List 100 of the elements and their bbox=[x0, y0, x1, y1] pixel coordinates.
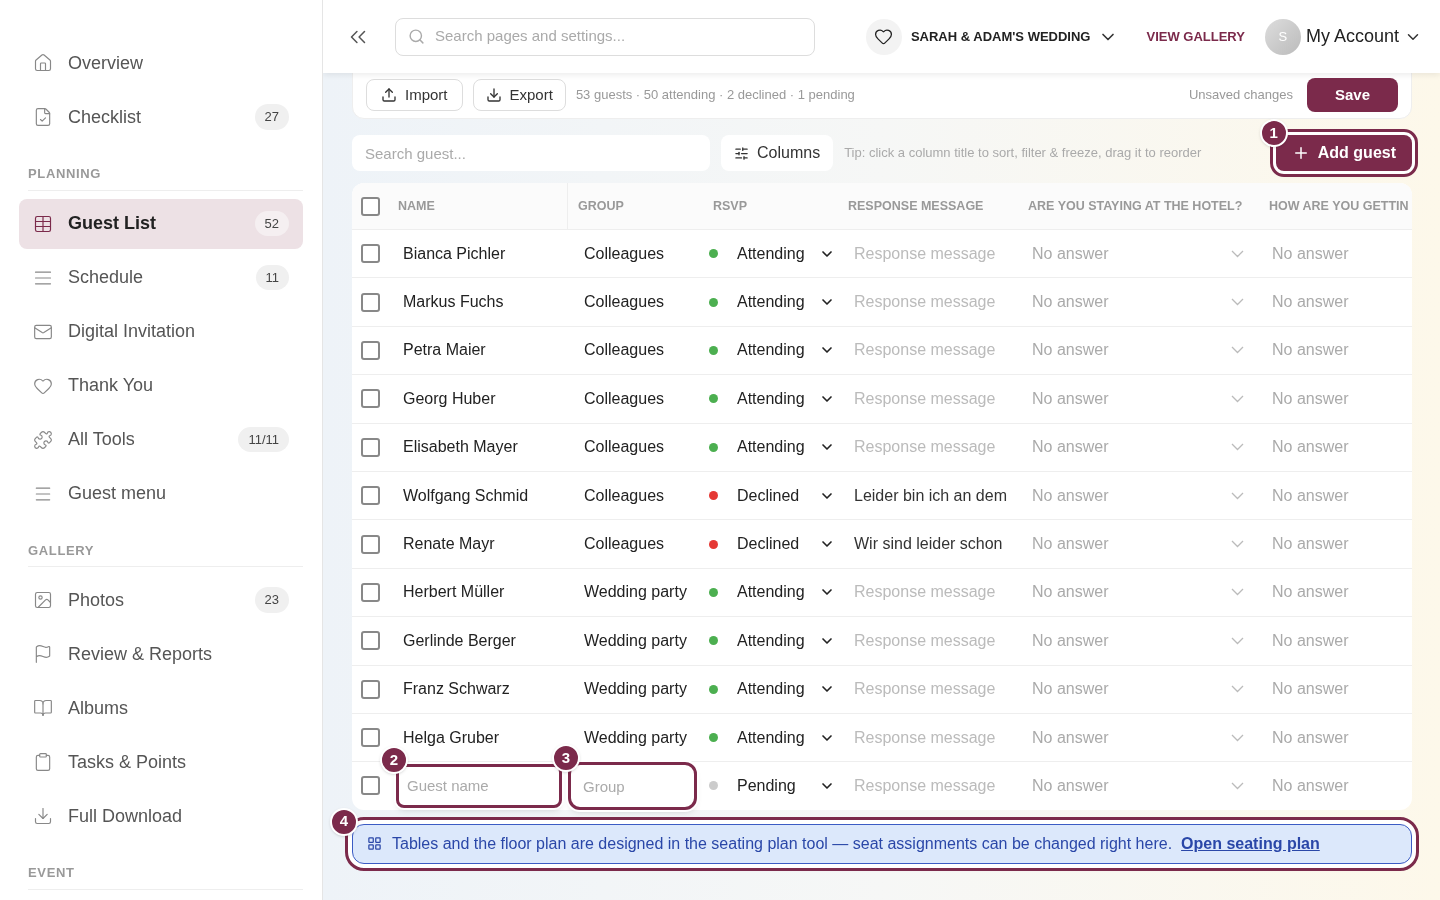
checkbox[interactable] bbox=[361, 631, 380, 651]
count-badge: 23 bbox=[254, 587, 289, 613]
response-field[interactable]: Response message bbox=[854, 338, 1016, 363]
group-name: Wedding party bbox=[584, 583, 687, 601]
response-field[interactable]: Response message bbox=[854, 290, 1016, 315]
section-heading: GALLERY bbox=[28, 540, 303, 567]
seating-plan-link[interactable]: Open seating plan bbox=[1181, 831, 1320, 856]
checkbox[interactable] bbox=[361, 679, 380, 699]
rsvp-select[interactable]: Attending bbox=[737, 677, 835, 702]
sidebar-item[interactable]: Overview bbox=[19, 38, 303, 88]
rsvp-select[interactable]: Attending bbox=[737, 338, 835, 363]
chevron-down-icon bbox=[1231, 733, 1244, 742]
guest-name: Helga Gruber bbox=[403, 728, 500, 746]
response-field[interactable]: Response message bbox=[854, 774, 1016, 798]
sidebar-item[interactable]: All Tools 11/11 bbox=[19, 414, 303, 465]
rsvp-select[interactable]: Pending bbox=[737, 774, 835, 798]
travel-answer: No answer bbox=[1272, 583, 1349, 601]
rsvp-select[interactable]: Declined bbox=[737, 483, 835, 508]
rsvp-select[interactable]: Attending bbox=[737, 628, 835, 653]
section-heading: EVENT bbox=[28, 863, 303, 890]
group-name: Wedding party bbox=[584, 680, 687, 698]
guest-name: Renate Mayr bbox=[403, 535, 495, 553]
travel-answer: No answer bbox=[1272, 293, 1349, 311]
checkbox[interactable] bbox=[361, 534, 380, 554]
event-selector[interactable]: SARAH & ADAM'S WEDDING bbox=[910, 26, 1091, 47]
guest-name: Bianca Pichler bbox=[403, 244, 506, 262]
export-button[interactable]: Export bbox=[472, 79, 566, 111]
checkbox[interactable] bbox=[361, 340, 380, 360]
gallery-link[interactable]: VIEW GALLERY bbox=[1146, 26, 1245, 47]
guest-search-field[interactable]: Search guest... bbox=[352, 135, 710, 171]
response-field[interactable]: Response message bbox=[854, 580, 1016, 605]
travel-answer: No answer bbox=[1272, 680, 1349, 698]
travel-answer: No answer bbox=[1272, 244, 1349, 262]
callout-number: 3 bbox=[552, 744, 580, 772]
sliders-icon bbox=[734, 145, 749, 161]
sidebar-item[interactable]: Albums bbox=[19, 683, 303, 733]
checkbox[interactable] bbox=[361, 728, 380, 748]
checkbox[interactable] bbox=[361, 244, 380, 264]
sidebar-item[interactable]: Tasks & Points bbox=[19, 737, 303, 787]
checkbox[interactable] bbox=[361, 582, 380, 602]
sidebar-item[interactable]: Review & Reports bbox=[19, 629, 303, 679]
group-name: Colleagues bbox=[584, 293, 665, 311]
checkbox[interactable] bbox=[361, 389, 380, 409]
response-field[interactable]: Response message bbox=[854, 677, 1016, 702]
search-field[interactable]: Search pages and settings... bbox=[395, 17, 815, 56]
save-status: Unsaved changes bbox=[1188, 86, 1293, 105]
rsvp-select[interactable]: Attending bbox=[737, 725, 835, 750]
response-message[interactable]: Wir sind leider schon bbox=[854, 535, 1003, 553]
checkbox[interactable] bbox=[361, 486, 380, 506]
count-badge: 11 bbox=[255, 264, 289, 291]
sidebar-item[interactable]: Photos 23 bbox=[19, 575, 303, 625]
guest-name: Wolfgang Schmid bbox=[403, 486, 529, 504]
response-field[interactable]: Response message bbox=[854, 725, 1016, 750]
rsvp-select[interactable]: Attending bbox=[737, 580, 835, 605]
rsvp-select[interactable]: Declined bbox=[737, 532, 835, 557]
checkbox[interactable] bbox=[361, 292, 380, 312]
count-badge: 52 bbox=[254, 210, 289, 237]
sidebar-item[interactable]: Digital Invitation bbox=[19, 306, 303, 357]
table-icon bbox=[33, 213, 53, 234]
group-name: Colleagues bbox=[584, 486, 665, 504]
group-name: Wedding party bbox=[584, 728, 687, 746]
checkbox[interactable] bbox=[361, 437, 380, 457]
travel-answer: No answer bbox=[1272, 728, 1349, 746]
response-message[interactable]: Leider bin ich an dem bbox=[854, 486, 1007, 504]
group-field[interactable]: Group bbox=[568, 762, 697, 810]
response-field[interactable]: Response message bbox=[854, 386, 1016, 411]
count-badge: 27 bbox=[254, 104, 289, 130]
rsvp-select[interactable]: Attending bbox=[737, 241, 835, 266]
checkbox[interactable] bbox=[361, 776, 380, 796]
sidebar-item[interactable]: Full Download bbox=[19, 791, 303, 841]
sidebar-item[interactable]: Schedule 11 bbox=[19, 252, 303, 303]
sidebar-item[interactable]: Checklist 27 bbox=[19, 92, 303, 142]
chevron-down-icon bbox=[1231, 394, 1244, 403]
sidebar-item[interactable]: Guest List 52 bbox=[19, 198, 303, 249]
account-menu[interactable]: My Account bbox=[1305, 23, 1399, 50]
rsvp-select[interactable]: Attending bbox=[737, 386, 835, 411]
group-name: Colleagues bbox=[584, 535, 665, 553]
rsvp-select[interactable]: Attending bbox=[737, 290, 835, 315]
response-field[interactable]: Response message bbox=[854, 241, 1016, 266]
checkbox[interactable] bbox=[361, 196, 380, 216]
travel-answer: No answer bbox=[1272, 777, 1349, 794]
guest-name: Petra Maier bbox=[403, 341, 486, 359]
search-input[interactable]: Search pages and settings... bbox=[435, 25, 802, 48]
guest-name-field[interactable]: Guest name bbox=[396, 764, 562, 808]
response-field[interactable]: Response message bbox=[854, 435, 1016, 460]
notice-text: Tables and the floor plan are designed in the seating plan tool — seat assignments can be changed right here. bbox=[392, 833, 1173, 854]
columns-button[interactable]: Columns bbox=[721, 135, 834, 171]
sidebar-item[interactable]: Guest menu bbox=[19, 468, 303, 519]
chevron-down-icon bbox=[1231, 249, 1244, 258]
sidebar-item[interactable]: Thank You bbox=[19, 360, 303, 411]
chevron-down-icon bbox=[1231, 491, 1244, 500]
tip-text: Tip: click a column title to sort, filter & freeze, drag it to reorder bbox=[844, 144, 1202, 163]
chevron-down-icon bbox=[1231, 636, 1244, 645]
guest-name: Gerlinde Berger bbox=[403, 631, 516, 649]
image-icon bbox=[33, 590, 53, 610]
response-field[interactable]: Response message bbox=[854, 628, 1016, 653]
save-button[interactable]: Save bbox=[1306, 78, 1398, 112]
rsvp-select[interactable]: Attending bbox=[737, 435, 835, 460]
grid-icon bbox=[367, 836, 382, 852]
import-button[interactable]: Import bbox=[366, 79, 463, 111]
